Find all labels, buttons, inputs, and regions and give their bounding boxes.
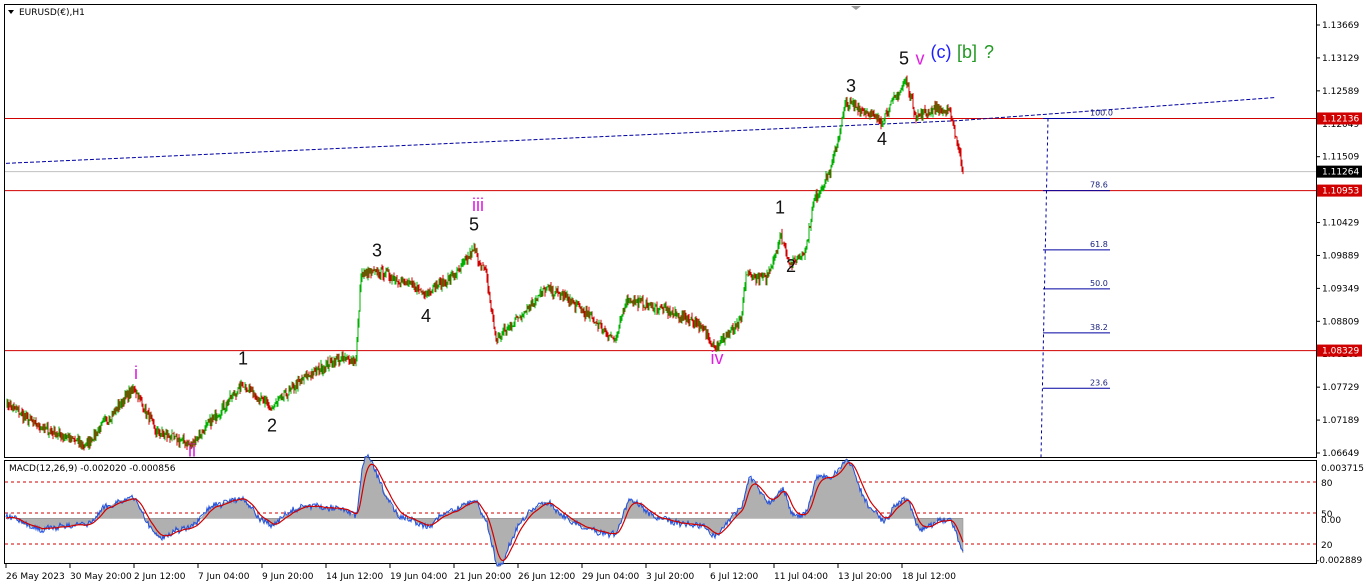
time-label-0: 26 May 2023 bbox=[6, 572, 65, 582]
main-chart-frame bbox=[4, 4, 1317, 458]
time-axis: 26 May 2023 30 May 20:00 2 Jun 12:00 7 Jun … bbox=[5, 564, 956, 582]
wave-label-16: [b] bbox=[957, 42, 977, 62]
wave-label-15: (c) bbox=[931, 42, 952, 62]
macd-level-top: 0.003715 bbox=[1321, 464, 1364, 474]
time-label-12: 11 Jul 04:00 bbox=[774, 572, 828, 582]
time-label-7: 21 Jun 20:00 bbox=[454, 572, 511, 582]
fib-level-label-0: 100.0 bbox=[1090, 108, 1113, 117]
price-tick-label-0: 1.13669 bbox=[1322, 21, 1359, 31]
time-label-2: 2 Jun 12:00 bbox=[134, 572, 186, 582]
price-tick-label-1: 1.13129 bbox=[1322, 54, 1359, 64]
time-label-13: 13 Jul 20:00 bbox=[838, 572, 892, 582]
time-label-6: 19 Jun 04:00 bbox=[390, 572, 447, 582]
wave-label-11: 3 bbox=[846, 76, 856, 96]
wave-label-6: iii bbox=[472, 195, 484, 215]
macd-frame bbox=[4, 460, 1317, 564]
price-chart[interactable]: 100.0 78.6 61.8 50.0 38.2 23.6 1.13669 1.13129 1… bbox=[0, 0, 1366, 588]
time-label-5: 14 Jun 12:00 bbox=[326, 572, 383, 582]
time-label-9: 29 Jun 04:00 bbox=[582, 572, 639, 582]
price-tick-label-6: 1.09889 bbox=[1322, 251, 1359, 261]
price-tick-label-5: 1.10429 bbox=[1322, 219, 1359, 229]
fib-level-label-2: 61.8 bbox=[1090, 240, 1108, 249]
price-tick-label-2: 1.12589 bbox=[1322, 87, 1359, 97]
wave-label-10: 2 bbox=[786, 256, 796, 276]
fib-level-label-5: 23.6 bbox=[1090, 378, 1108, 387]
price-tick-label-7: 1.09349 bbox=[1322, 284, 1359, 294]
wave-label-14: v bbox=[916, 49, 925, 69]
wave-label-5: 4 bbox=[421, 306, 431, 326]
wave-label-17: ? bbox=[984, 42, 994, 62]
time-label-14: 18 Jul 12:00 bbox=[902, 572, 956, 582]
wave-label-7: 5 bbox=[469, 214, 479, 234]
wave-label-3: 2 bbox=[267, 416, 277, 436]
price-tick-label-8: 1.08809 bbox=[1322, 317, 1359, 327]
fib-level-label-3: 50.0 bbox=[1090, 279, 1108, 288]
macd-level-20: 20 bbox=[1321, 541, 1333, 551]
time-label-4: 9 Jun 20:00 bbox=[262, 572, 314, 582]
price-mark-label-0: 1.12136 bbox=[1322, 114, 1359, 124]
macd-level-bottom: -0.002889 bbox=[1316, 556, 1362, 566]
wave-label-8: iv bbox=[711, 348, 724, 368]
price-mark-label-3: 1.08329 bbox=[1322, 347, 1359, 357]
wave-label-1: ii bbox=[188, 441, 196, 461]
price-tick-label-10: 1.07729 bbox=[1322, 383, 1359, 393]
macd-level-80: 80 bbox=[1321, 479, 1333, 489]
price-tick-label-4: 1.11509 bbox=[1322, 153, 1359, 163]
macd-title: MACD(12,26,9) -0.002020 -0.000856 bbox=[9, 464, 176, 474]
macd-scale: 0.003715 80 50 0.00 20 -0.002889 bbox=[1316, 464, 1364, 566]
symbol-title: EURUSD(€),H1 bbox=[19, 8, 85, 18]
fib-level-label-4: 38.2 bbox=[1090, 323, 1108, 332]
time-label-3: 7 Jun 04:00 bbox=[198, 572, 250, 582]
wave-label-9: 1 bbox=[775, 197, 785, 217]
wave-label-13: 5 bbox=[899, 49, 909, 69]
price-tick-label-12: 1.06649 bbox=[1322, 449, 1359, 459]
price-tick-label-11: 1.07189 bbox=[1322, 416, 1359, 426]
price-mark-label-2: 1.10953 bbox=[1322, 187, 1359, 197]
price-mark-label-1: 1.11264 bbox=[1322, 168, 1359, 178]
time-label-1: 30 May 20:00 bbox=[70, 572, 132, 582]
wave-label-0: i bbox=[134, 363, 138, 383]
time-label-10: 3 Jul 20:00 bbox=[646, 572, 695, 582]
wave-label-12: 4 bbox=[877, 129, 887, 149]
wave-label-4: 3 bbox=[372, 241, 382, 261]
price-axis: 1.136691.131291.125891.120491.115091.104… bbox=[1316, 21, 1362, 459]
time-label-11: 6 Jul 12:00 bbox=[710, 572, 759, 582]
time-label-8: 26 Jun 12:00 bbox=[518, 572, 575, 582]
wave-label-2: 1 bbox=[238, 349, 248, 369]
macd-level-zero: 0.00 bbox=[1321, 516, 1341, 526]
fib-level-label-1: 78.6 bbox=[1090, 181, 1108, 190]
